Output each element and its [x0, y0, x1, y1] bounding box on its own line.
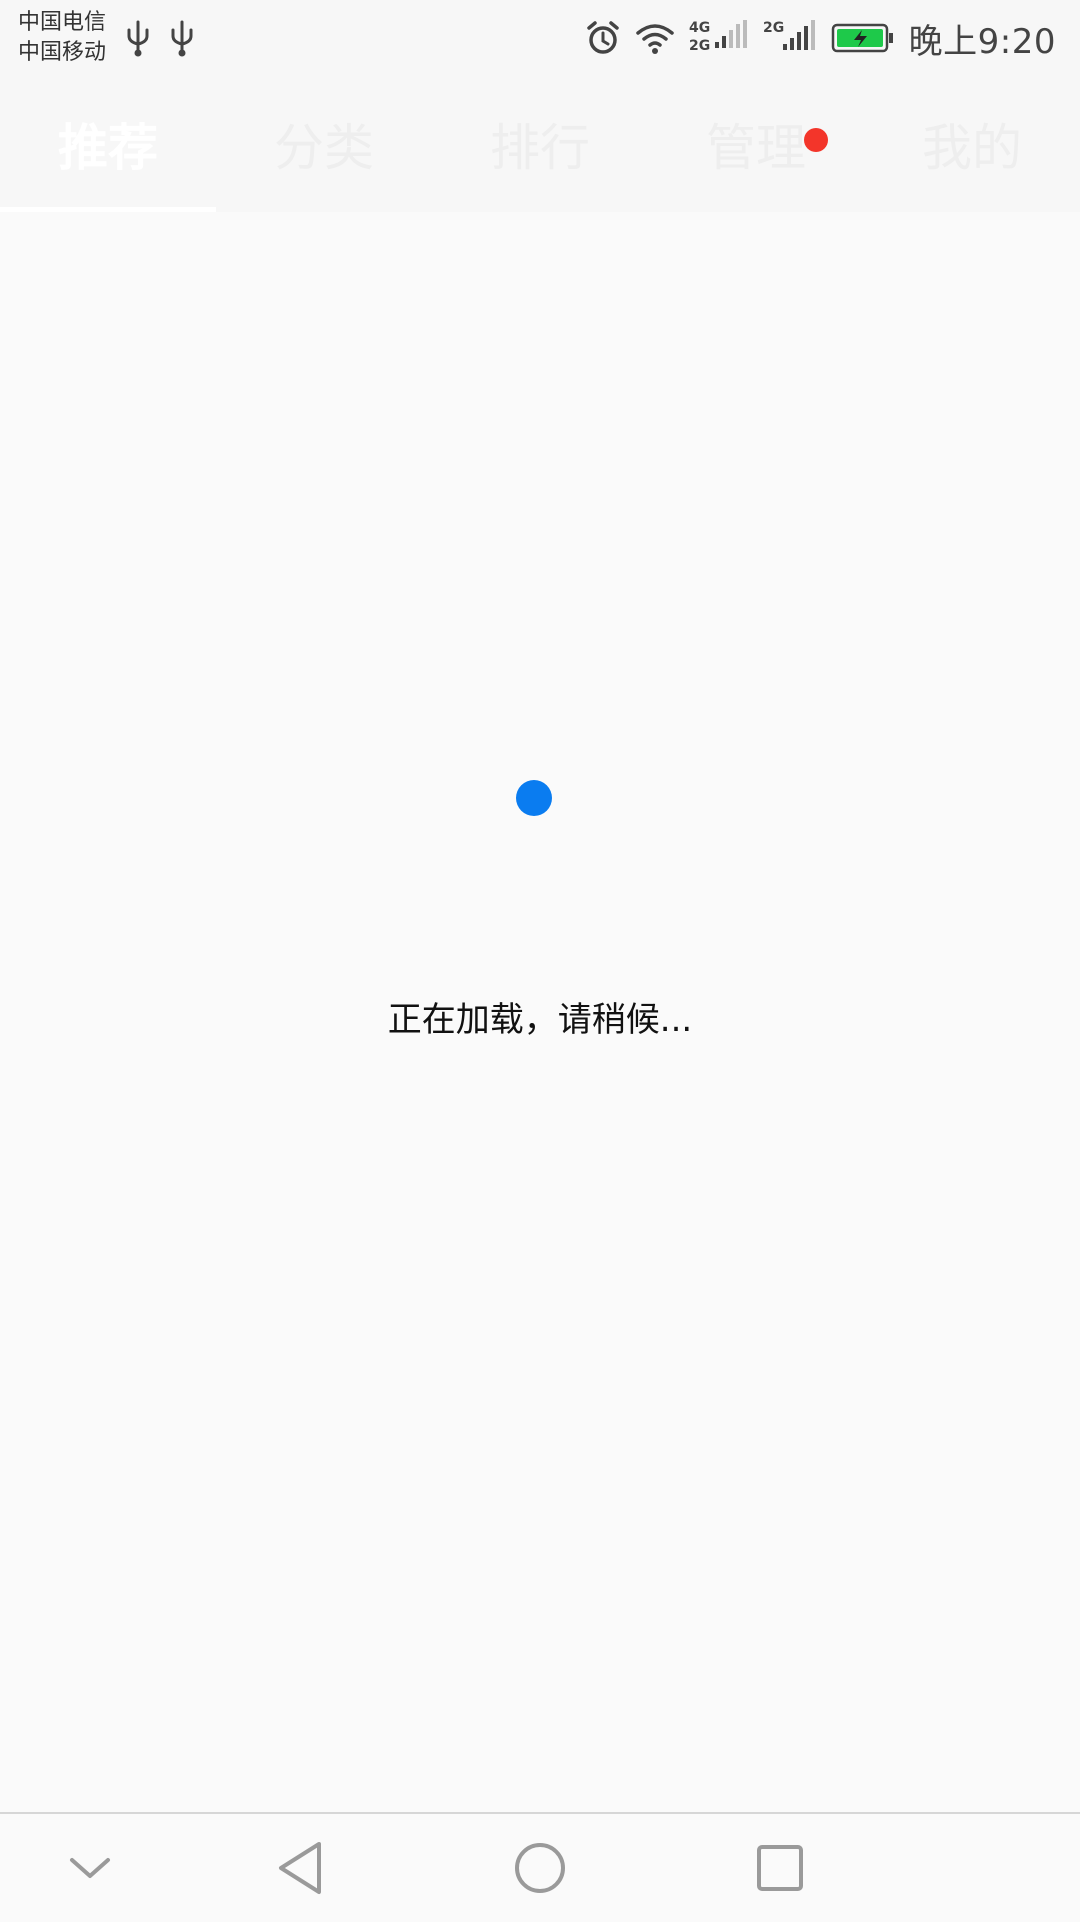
recents-icon — [757, 1845, 803, 1891]
recents-button[interactable] — [740, 1834, 820, 1902]
tab-indicator — [0, 207, 216, 212]
tab-mine[interactable]: 我的 — [864, 76, 1080, 212]
tab-manage[interactable]: 管理 — [648, 76, 864, 212]
tab-category[interactable]: 分类 — [216, 76, 432, 212]
navigation-bar — [0, 1812, 1080, 1922]
carrier-1: 中国电信 — [18, 10, 107, 35]
hide-nav-button[interactable] — [50, 1834, 130, 1902]
wifi-icon — [635, 24, 674, 54]
alarm-icon — [586, 21, 619, 54]
signal-4g-2g-icon: 4G 2G — [689, 20, 747, 54]
loading-text: 正在加载，请稍候... — [387, 1000, 693, 1040]
clock: 晚上9:20 — [908, 21, 1056, 62]
hide-nav-icon — [70, 1858, 110, 1878]
tab-ranking[interactable]: 排行 — [432, 76, 648, 212]
svg-text:4G: 4G — [689, 20, 710, 36]
status-icons: 4G 2G 2G 晚上9:20 — [585, 12, 1056, 64]
signal-2g-icon: 2G — [763, 20, 815, 50]
back-button[interactable] — [260, 1834, 340, 1902]
home-icon — [515, 1843, 565, 1893]
usb-icon — [171, 20, 193, 57]
status-bar: 中国电信 中国移动 4G 2G 2G 晚上9:20 — [0, 0, 1080, 76]
carrier-info: 中国电信 中国移动 — [18, 8, 106, 68]
back-icon — [279, 1842, 321, 1894]
battery-charging-icon — [831, 23, 893, 53]
loading-spinner — [516, 780, 552, 816]
svg-text:2G: 2G — [689, 38, 710, 54]
notification-badge — [804, 128, 828, 152]
svg-text:2G: 2G — [763, 20, 784, 36]
top-tab-bar: 推荐 分类 排行 管理 我的 — [0, 76, 1080, 212]
tab-recommend[interactable]: 推荐 — [0, 76, 216, 212]
usb-icon — [127, 20, 149, 57]
carrier-2: 中国移动 — [18, 40, 107, 65]
home-button[interactable] — [500, 1834, 580, 1902]
